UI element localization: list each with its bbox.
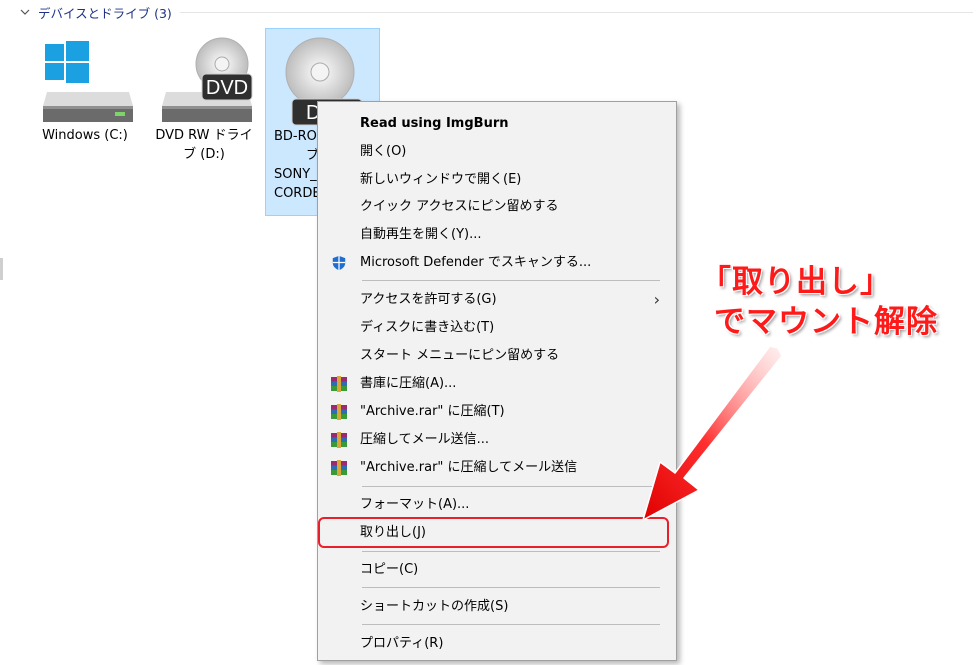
menu-item-label: 取り出し(J) (360, 525, 426, 540)
dvd-drive-icon: DVD (162, 37, 253, 122)
menu-item-label: 書庫に圧縮(A)... (360, 376, 457, 391)
dvd-badge: DVD (206, 77, 248, 99)
annotation-line-1: 「取り出し」 (700, 264, 892, 300)
menu-item-label: 新しいウィンドウで開く(E) (360, 172, 522, 187)
section-title: デバイスとドライブ (3) (38, 5, 172, 21)
menu-separator (362, 486, 660, 487)
menu-item-label: クイック アクセスにピン留めする (360, 199, 559, 214)
winrar-icon (331, 376, 347, 392)
menu-item-open-new-window[interactable]: 新しいウィンドウで開く(E) (320, 168, 674, 192)
hard-drive-windows-icon (43, 41, 133, 122)
menu-separator (362, 587, 660, 588)
menu-item-burn-to-disc[interactable]: ディスクに書き込む(T) (320, 316, 674, 340)
menu-item-label: 圧縮してメール送信... (360, 432, 490, 447)
context-menu: Read using ImgBurn 開く(O) 新しいウィンドウで開く(E) … (317, 101, 677, 661)
annotation-text: 「取り出し」 でマウント解除 (700, 262, 960, 342)
drive-label: DVD RW ドライブ (D:) (155, 128, 253, 162)
menu-item-pin-start[interactable]: スタート メニューにピン留めする (320, 344, 674, 368)
winrar-icon (331, 432, 347, 448)
menu-separator (362, 551, 660, 552)
drive-dvd-rw-d[interactable]: DVD DVD RW ドライブ (D:) (147, 28, 261, 216)
menu-item-properties[interactable]: プロパティ(R) (320, 632, 674, 656)
chevron-down-icon[interactable] (18, 5, 32, 19)
menu-item-compress-email[interactable]: 圧縮してメール送信... (320, 428, 674, 452)
menu-item-label: "Archive.rar" に圧縮してメール送信 (360, 460, 578, 475)
chevron-right-icon: › (653, 290, 660, 309)
menu-item-label: フォーマット(A)... (360, 497, 470, 512)
section-divider (179, 11, 973, 13)
menu-item-autoplay[interactable]: 自動再生を開く(Y)... (320, 223, 674, 247)
menu-item-label: 開く(O) (360, 144, 407, 159)
menu-item-open[interactable]: 開く(O) (320, 140, 674, 164)
menu-item-compress-rar-email[interactable]: "Archive.rar" に圧縮してメール送信 (320, 456, 674, 480)
menu-item-label: "Archive.rar" に圧縮(T) (360, 404, 505, 419)
menu-item-label: 自動再生を開く(Y)... (360, 227, 482, 242)
menu-item-pin-quick-access[interactable]: クイック アクセスにピン留めする (320, 195, 674, 219)
menu-separator (362, 624, 660, 625)
defender-shield-icon (332, 255, 346, 271)
menu-item-defender-scan[interactable]: Microsoft Defender でスキャンする... (320, 251, 674, 275)
menu-item-label: Microsoft Defender でスキャンする... (360, 255, 592, 270)
menu-item-label: ショートカットの作成(S) (360, 599, 509, 614)
menu-item-label: プロパティ(R) (360, 636, 444, 651)
drive-windows-c[interactable]: Windows (C:) (28, 28, 142, 216)
menu-separator (362, 280, 660, 281)
menu-item-label: スタート メニューにピン留めする (360, 348, 560, 363)
menu-item-label: ディスクに書き込む(T) (360, 320, 495, 335)
menu-item-create-shortcut[interactable]: ショートカットの作成(S) (320, 595, 674, 619)
menu-item-give-access[interactable]: アクセスを許可する(G) › (320, 288, 674, 312)
menu-item-copy[interactable]: コピー(C) (320, 558, 674, 582)
menu-item-read-imgburn[interactable]: Read using ImgBurn (320, 112, 674, 136)
section-header[interactable]: デバイスとドライブ (3) (18, 2, 973, 22)
menu-item-label: アクセスを許可する(G) (360, 292, 497, 307)
menu-item-eject[interactable]: 取り出し(J) (320, 521, 674, 545)
annotation-line-2: でマウント解除 (714, 304, 938, 340)
winrar-icon (331, 460, 347, 476)
menu-item-label: コピー(C) (360, 562, 419, 577)
menu-item-add-to-archive[interactable]: 書庫に圧縮(A)... (320, 372, 674, 396)
winrar-icon (331, 404, 347, 420)
menu-item-format[interactable]: フォーマット(A)... (320, 493, 674, 517)
menu-item-add-to-archive-rar[interactable]: "Archive.rar" に圧縮(T) (320, 400, 674, 424)
drive-label: Windows (C:) (42, 128, 128, 143)
scroll-indicator (0, 258, 3, 280)
menu-item-label: Read using ImgBurn (360, 116, 509, 131)
